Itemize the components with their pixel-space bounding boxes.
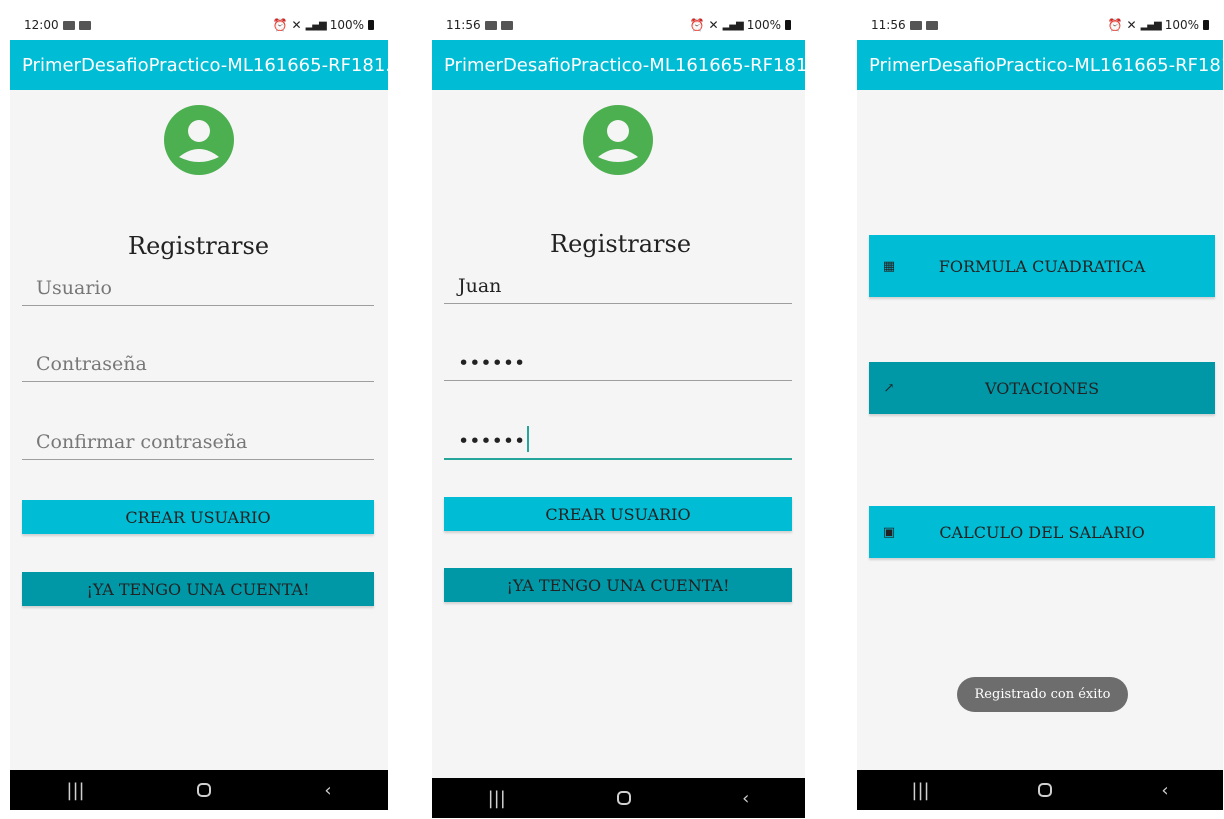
usuario-input[interactable]: Juan xyxy=(444,268,792,304)
screen-main-menu: 11:56 ⏰ ✕ ▂▄▆ 100% PrimerDesafioPractico-ML… xyxy=(857,10,1223,810)
alarm-icon: ⏰ xyxy=(1107,18,1123,32)
trending-up-icon: ↗ xyxy=(883,380,895,396)
alarm-icon: ⏰ xyxy=(272,18,288,32)
nav-bar: ||| ‹ xyxy=(432,778,805,818)
notification-icon xyxy=(62,20,75,30)
app-bar-title: PrimerDesafioPractico-ML161665-RF181... xyxy=(432,40,805,90)
status-time: 12:00 xyxy=(24,18,59,32)
page-title: Registrarse xyxy=(128,232,270,260)
app-bar-title: PrimerDesafioPractico-ML161665-RF181... xyxy=(10,40,388,90)
signal-icon: ▂▄▆ xyxy=(722,19,744,31)
nav-bar: ||| ‹ xyxy=(10,770,388,810)
text-cursor xyxy=(527,426,530,452)
confirmar-placeholder: Confirmar contraseña xyxy=(36,431,248,453)
votaciones-button[interactable]: ↗ VOTACIONES xyxy=(869,362,1215,414)
screen-register-filled: 11:56 ⏰ ✕ ▂▄▆ 100% PrimerDesafioPractico-ML… xyxy=(432,10,805,818)
status-bar: 11:56 ⏰ ✕ ▂▄▆ 100% xyxy=(857,10,1223,40)
notification-icon xyxy=(500,20,513,30)
user-avatar-icon xyxy=(164,105,234,175)
app-bar-title: PrimerDesafioPractico-ML161665-RF181... xyxy=(857,40,1223,90)
toast-message: Registrado con éxito xyxy=(957,677,1128,712)
crear-usuario-button[interactable]: CREAR USUARIO xyxy=(444,497,792,531)
screen-register-empty: 12:00 ⏰ ✕ ▂▄▆ 100% PrimerDesafioPractico-ML… xyxy=(10,10,388,810)
notification-icon xyxy=(484,20,497,30)
notification-icon xyxy=(78,20,91,30)
nav-bar: ||| ‹ xyxy=(857,770,1223,810)
formula-cuadratica-button[interactable]: ▦ FORMULA CUADRATICA xyxy=(869,235,1215,297)
ya-tengo-cuenta-button[interactable]: ¡YA TENGO UNA CUENTA! xyxy=(444,568,792,602)
back-button[interactable]: ‹ xyxy=(742,788,749,809)
battery-icon xyxy=(368,20,374,30)
confirmar-value: •••••• xyxy=(458,430,526,452)
battery-level: 100% xyxy=(329,18,364,32)
user-avatar-icon xyxy=(583,105,653,175)
formula-cuadratica-label: FORMULA CUADRATICA xyxy=(938,256,1146,276)
battery-level: 100% xyxy=(1164,18,1199,32)
mute-icon: ✕ xyxy=(291,18,302,32)
crear-usuario-button[interactable]: CREAR USUARIO xyxy=(22,500,374,534)
ya-tengo-cuenta-button[interactable]: ¡YA TENGO UNA CUENTA! xyxy=(22,572,374,606)
page-title: Registrarse xyxy=(550,230,692,258)
battery-level: 100% xyxy=(746,18,781,32)
home-button[interactable] xyxy=(616,791,631,805)
notification-icon xyxy=(909,20,922,30)
battery-icon xyxy=(1203,20,1209,30)
status-bar: 12:00 ⏰ ✕ ▂▄▆ 100% xyxy=(10,10,388,40)
notification-icon xyxy=(925,20,938,30)
money-icon: ▣ xyxy=(882,524,896,540)
status-bar: 11:56 ⏰ ✕ ▂▄▆ 100% xyxy=(432,10,805,40)
usuario-value: Juan xyxy=(458,275,502,297)
recents-button[interactable]: ||| xyxy=(488,788,506,809)
mute-icon: ✕ xyxy=(1126,18,1137,32)
confirmar-contrasena-input[interactable]: Confirmar contraseña xyxy=(22,425,374,460)
usuario-input[interactable]: Usuario xyxy=(22,272,374,306)
calculo-salario-button[interactable]: ▣ CALCULO DEL SALARIO xyxy=(869,506,1215,558)
alarm-icon: ⏰ xyxy=(689,18,705,32)
votaciones-label: VOTACIONES xyxy=(984,378,1100,398)
battery-icon xyxy=(785,20,791,30)
calculo-salario-label: CALCULO DEL SALARIO xyxy=(939,522,1145,542)
signal-icon: ▂▄▆ xyxy=(305,19,327,31)
recents-button[interactable]: ||| xyxy=(66,780,84,801)
back-button[interactable]: ‹ xyxy=(324,780,331,801)
confirmar-contrasena-input[interactable]: •••••• xyxy=(444,422,792,460)
mute-icon: ✕ xyxy=(708,18,719,32)
contrasena-input[interactable]: Contraseña xyxy=(22,348,374,382)
signal-icon: ▂▄▆ xyxy=(1140,19,1162,31)
contrasena-input[interactable]: •••••• xyxy=(444,345,792,381)
back-button[interactable]: ‹ xyxy=(1161,780,1168,801)
home-button[interactable] xyxy=(1038,783,1053,797)
usuario-placeholder: Usuario xyxy=(36,277,112,299)
contrasena-value: •••••• xyxy=(458,352,526,374)
home-button[interactable] xyxy=(197,783,212,797)
status-time: 11:56 xyxy=(446,18,481,32)
contrasena-placeholder: Contraseña xyxy=(36,353,147,375)
calculator-icon: ▦ xyxy=(882,258,896,274)
recents-button[interactable]: ||| xyxy=(911,780,929,801)
status-time: 11:56 xyxy=(871,18,906,32)
